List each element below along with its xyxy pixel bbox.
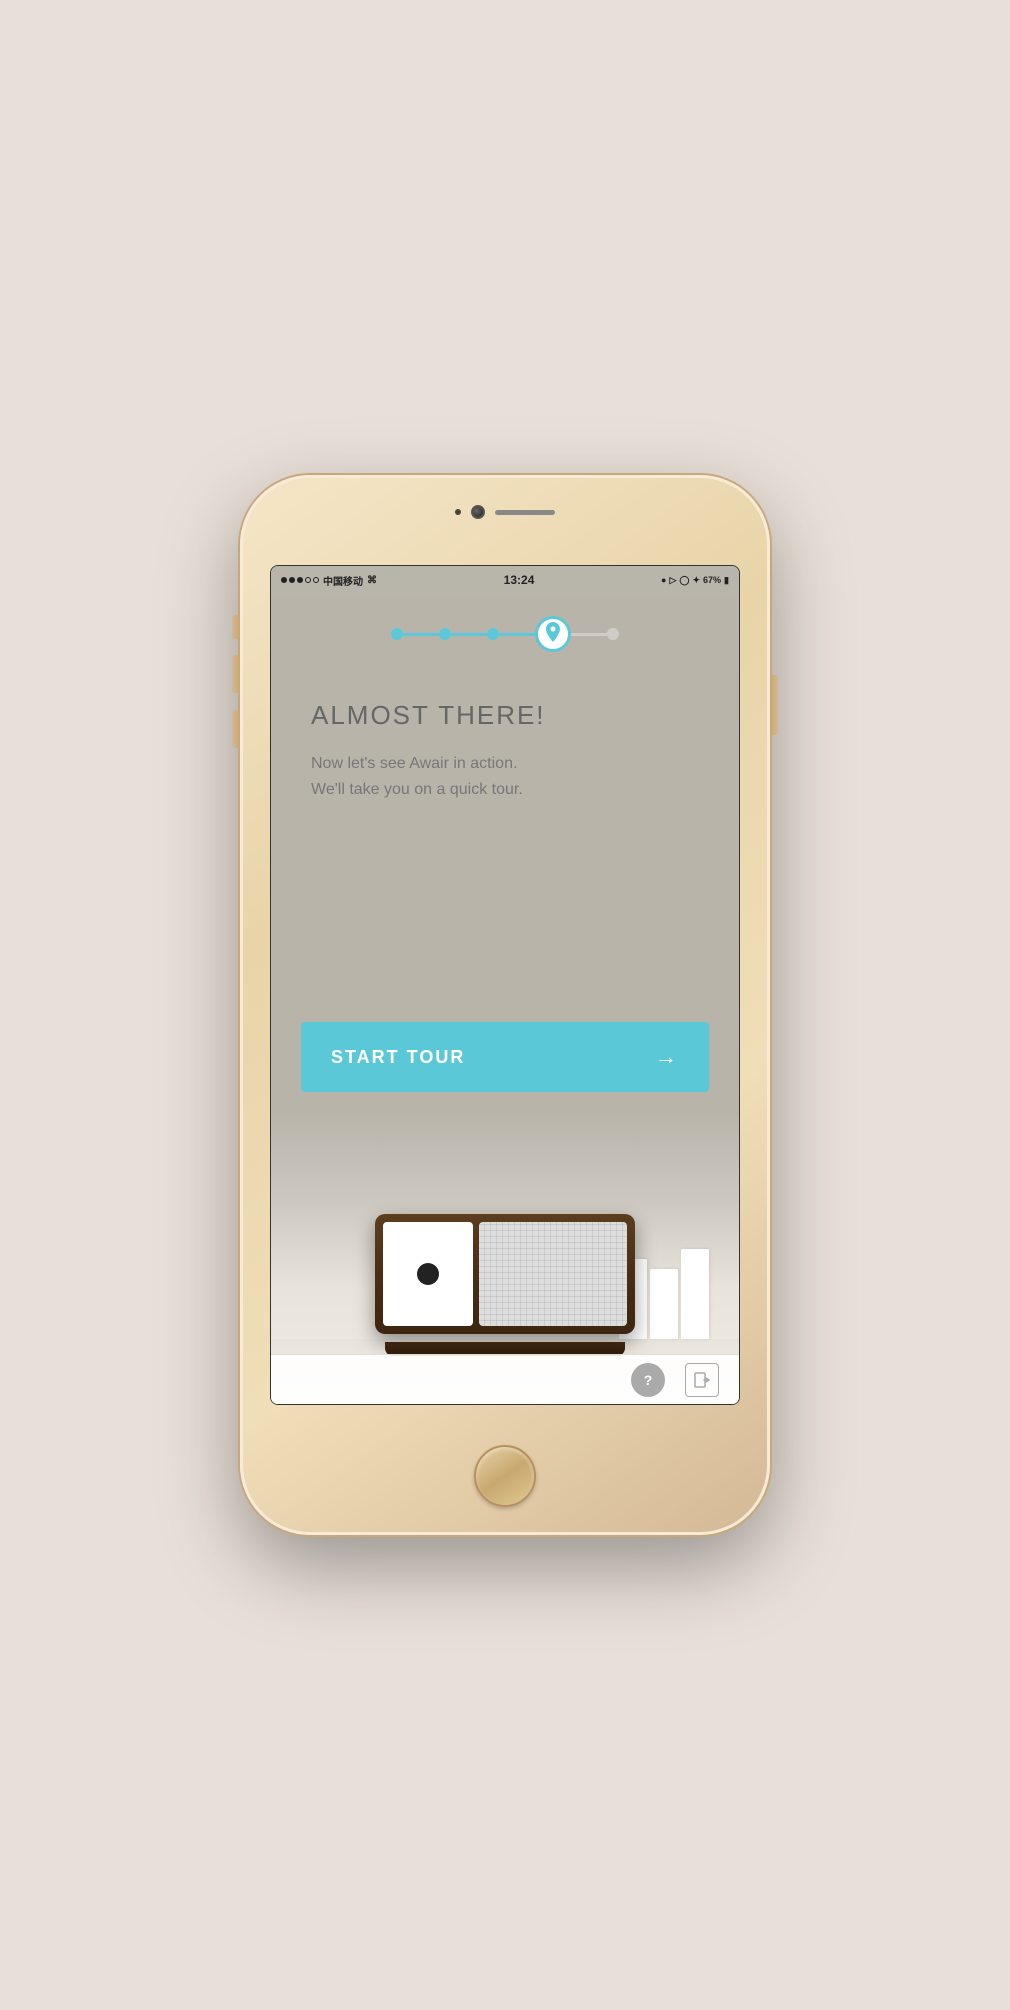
volume-up-button (232, 655, 240, 693)
device-speaker-grille (479, 1222, 627, 1326)
subtext: Now let's see Awair in action. We'll tak… (311, 751, 699, 802)
progress-line-1 (403, 633, 439, 636)
device-image-area: ? (271, 1112, 739, 1404)
book-3 (681, 1249, 709, 1339)
device-left-panel (383, 1222, 473, 1326)
home-button[interactable] (474, 1445, 536, 1507)
phone-screen: 中国移动 ⌘ 13:24 ● ▷ ◯ ✦ 67% ▮ (270, 565, 740, 1405)
progress-step-4-active (535, 616, 571, 652)
carrier-label: 中国移动 (323, 573, 363, 588)
signal-strength (281, 577, 319, 583)
location-pin-icon (545, 622, 561, 646)
volume-down-button (232, 710, 240, 748)
battery-icon: ▮ (724, 575, 729, 586)
battery-level: 67% (703, 575, 721, 585)
help-icon: ? (644, 1372, 653, 1388)
headline: ALMOST THERE! (311, 700, 699, 731)
arrow-right-icon: → (655, 1044, 679, 1070)
subtext-line1: Now let's see Awair in action. (311, 755, 517, 772)
progress-step-1 (391, 628, 403, 640)
speaker-grille (495, 510, 555, 515)
start-tour-button[interactable]: START TOUR → (301, 1022, 709, 1092)
signal-dot-1 (281, 577, 287, 583)
awair-device (375, 1214, 635, 1344)
main-text-area: ALMOST THERE! Now let's see Awair in act… (271, 670, 739, 1012)
camera-lens (471, 505, 485, 519)
location-icon: ▷ (669, 575, 676, 586)
start-tour-label: START TOUR (331, 1047, 465, 1068)
status-bar: 中国移动 ⌘ 13:24 ● ▷ ◯ ✦ 67% ▮ (271, 566, 739, 594)
lock-icon: ● (661, 575, 666, 585)
phone-mockup: 中国移动 ⌘ 13:24 ● ▷ ◯ ✦ 67% ▮ (240, 475, 770, 1535)
progress-line-3 (499, 633, 535, 636)
signal-dot-3 (297, 577, 303, 583)
help-button[interactable]: ? (631, 1363, 665, 1397)
progress-step-5 (607, 628, 619, 640)
device-frame (375, 1214, 635, 1334)
app-content: ALMOST THERE! Now let's see Awair in act… (271, 594, 739, 1404)
sensor (455, 509, 461, 515)
signal-dot-4 (305, 577, 311, 583)
camera-area (455, 505, 555, 519)
progress-bar (271, 594, 739, 670)
power-button (770, 675, 778, 735)
clock: 13:24 (504, 573, 535, 587)
wifi-icon: ⌘ (367, 575, 377, 586)
progress-line-4 (571, 633, 607, 636)
progress-step-3 (487, 628, 499, 640)
signal-dot-5 (313, 577, 319, 583)
alarm-icon: ◯ (679, 575, 689, 586)
device-sensor-dot (417, 1263, 439, 1285)
exit-button[interactable] (685, 1363, 719, 1397)
progress-step-2 (439, 628, 451, 640)
book-2 (650, 1269, 678, 1339)
signal-dot-2 (289, 577, 295, 583)
exit-icon (694, 1372, 710, 1388)
bluetooth-icon: ✦ (692, 575, 700, 586)
progress-line-2 (451, 633, 487, 636)
subtext-line2: We'll take you on a quick tour. (311, 781, 523, 798)
silent-switch (232, 615, 240, 639)
status-left: 中国移动 ⌘ (281, 573, 377, 588)
status-right: ● ▷ ◯ ✦ 67% ▮ (661, 575, 729, 586)
bottom-toolbar: ? (271, 1354, 739, 1404)
